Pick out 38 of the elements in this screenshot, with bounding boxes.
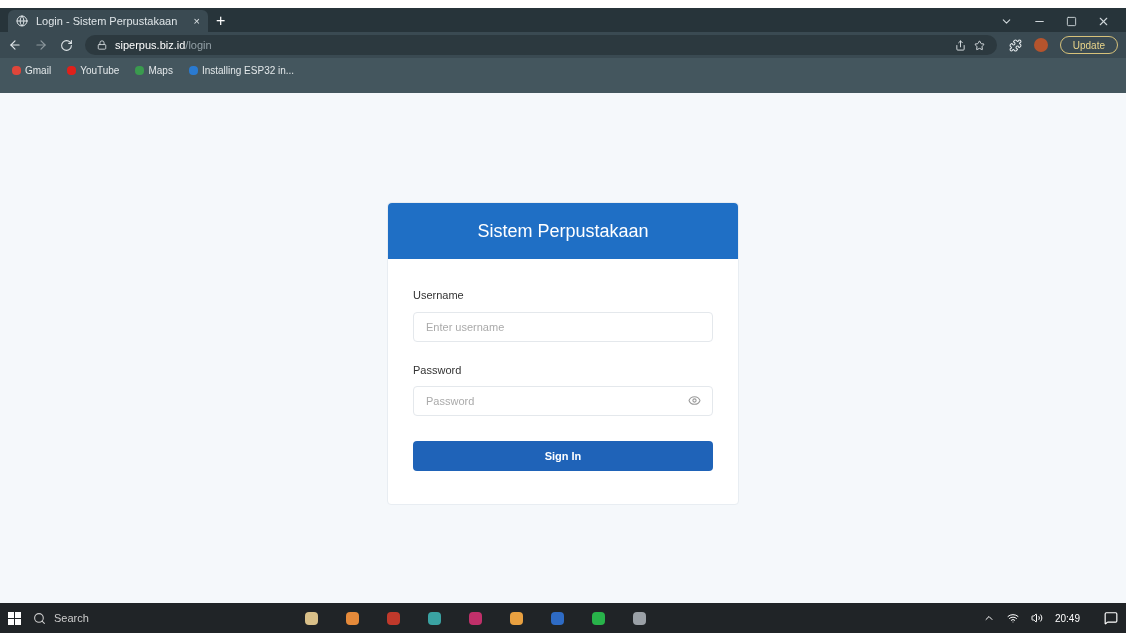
- bookmark-item[interactable]: Installing ESP32 in...: [188, 63, 295, 78]
- start-icon[interactable]: [8, 611, 21, 625]
- taskbar-app-icon[interactable]: [633, 611, 646, 625]
- clock-time[interactable]: 20:49: [1054, 610, 1080, 626]
- field-label: Username: [413, 288, 465, 303]
- input-field[interactable]: Password: [413, 386, 713, 416]
- new-tab-button[interactable]: +: [216, 10, 226, 32]
- input-field[interactable]: Enter username: [413, 311, 713, 342]
- volume-icon[interactable]: [1030, 612, 1043, 624]
- bookmark-star-icon[interactable]: [973, 39, 985, 51]
- search-icon: [33, 611, 46, 625]
- reload-icon[interactable]: [60, 38, 73, 52]
- taskbar-app-icon[interactable]: [510, 611, 523, 625]
- tab-title: Login - Sistem Perpustakaan: [36, 13, 179, 29]
- bookmark-item[interactable]: Maps: [135, 63, 173, 78]
- address-bar[interactable]: siperpus.biz.id/login: [85, 35, 997, 55]
- field-label: Password: [413, 362, 463, 378]
- back-icon[interactable]: [8, 38, 22, 52]
- wifi-icon[interactable]: [1006, 612, 1019, 624]
- taskbar-app-icon[interactable]: [305, 611, 318, 625]
- bookmark-item[interactable]: YouTube: [67, 63, 120, 78]
- taskbar-search[interactable]: Search: [33, 609, 213, 627]
- extensions-icon[interactable]: [1008, 38, 1022, 52]
- notifications-icon[interactable]: [1104, 611, 1118, 625]
- card-title: Sistem Perpustakaan: [477, 219, 649, 243]
- show-password-icon[interactable]: [688, 394, 701, 407]
- taskbar-app-icon[interactable]: [428, 611, 441, 625]
- share-icon[interactable]: [954, 39, 966, 51]
- taskbar-app-icon[interactable]: [346, 611, 359, 625]
- browser-tab[interactable]: Login - Sistem Perpustakaan ×: [8, 10, 208, 32]
- taskbar-app-icon[interactable]: [592, 611, 605, 625]
- globe-icon: [16, 15, 28, 27]
- sign-in-button[interactable]: Sign In: [413, 441, 713, 471]
- lock-icon: [97, 40, 107, 50]
- url-text: siperpus.biz.id/login: [115, 37, 212, 53]
- close-tab-button[interactable]: ×: [193, 12, 200, 30]
- bookmark-item[interactable]: Gmail: [12, 63, 52, 78]
- maximize-icon[interactable]: [1066, 15, 1077, 27]
